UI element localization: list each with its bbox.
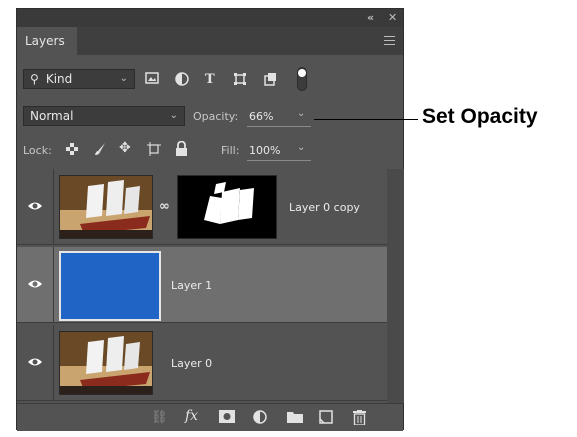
blend-mode-select[interactable]: Normal ⌄	[23, 106, 185, 126]
opacity-value[interactable]: 66%	[249, 110, 273, 123]
type-filter-icon[interactable]: T	[205, 72, 215, 87]
layers-panel: « ✕ Layers ⚲ Kind ⌄ T Normal ⌄ Opacity: …	[16, 8, 404, 431]
tab-layers[interactable]: Layers	[17, 27, 77, 55]
callout-line	[314, 119, 418, 120]
smart-object-filter-icon[interactable]	[263, 72, 277, 86]
lock-artboard-icon[interactable]	[147, 142, 161, 156]
opacity-chevron-icon[interactable]: ⌄	[297, 108, 397, 119]
link-layers-icon[interactable]: ⛓	[151, 410, 168, 425]
layer-row-layer-0-copy[interactable]: ∞ Layer 0 copy	[17, 169, 387, 245]
adjustment-layer-icon[interactable]	[253, 410, 267, 424]
layers-bottom-toolbar: ⛓ fx	[17, 403, 403, 431]
add-mask-icon[interactable]	[219, 410, 235, 423]
layer-name[interactable]: Layer 0	[171, 357, 212, 370]
filter-kind-select[interactable]: ⚲ Kind ⌄	[23, 69, 135, 89]
filter-toggle-icon[interactable]	[297, 67, 307, 91]
callout-label: Set Opacity	[422, 105, 538, 128]
panel-menu-icon[interactable]	[384, 36, 395, 45]
image-filter-icon[interactable]	[145, 72, 159, 84]
lock-position-icon[interactable]: ✥	[119, 140, 131, 156]
blend-mode-value: Normal	[30, 109, 74, 123]
chevron-down-icon: ⌄	[169, 110, 178, 121]
fill-value[interactable]: 100%	[249, 144, 280, 157]
fill-chevron-icon[interactable]: ⌄	[297, 142, 305, 153]
mask-link-icon[interactable]: ∞	[159, 199, 170, 214]
lock-all-icon[interactable]	[175, 141, 188, 156]
fill-label: Fill:	[221, 144, 240, 157]
lock-transparent-icon[interactable]	[65, 142, 79, 156]
layer-name[interactable]: Layer 1	[171, 279, 212, 292]
lock-image-icon[interactable]	[93, 142, 107, 156]
layer-row-layer-1[interactable]: Layer 1	[17, 247, 387, 323]
layer-thumbnail[interactable]	[59, 175, 153, 239]
layer-mask-thumbnail[interactable]	[177, 175, 277, 239]
opacity-label: Opacity:	[193, 110, 239, 123]
fill-underline	[247, 160, 311, 161]
layer-name[interactable]: Layer 0 copy	[289, 201, 360, 214]
shape-filter-icon[interactable]	[233, 72, 247, 86]
search-icon: ⚲	[30, 72, 39, 86]
adjustment-filter-icon[interactable]	[175, 72, 189, 86]
close-icon[interactable]: ✕	[388, 11, 397, 24]
opacity-underline	[247, 126, 311, 127]
tab-row: Layers	[17, 27, 403, 55]
layer-thumbnail[interactable]	[59, 251, 161, 321]
visibility-eye-icon[interactable]	[27, 277, 43, 291]
collapse-icon[interactable]: «	[367, 11, 374, 24]
filter-kind-label: Kind	[45, 72, 73, 86]
chevron-down-icon: ⌄	[119, 73, 128, 84]
new-group-icon[interactable]	[287, 410, 303, 423]
layer-thumbnail[interactable]	[59, 331, 153, 395]
layer-row-layer-0[interactable]: Layer 0	[17, 325, 387, 401]
visibility-eye-icon[interactable]	[27, 355, 43, 369]
layers-scrollbar[interactable]	[387, 169, 404, 403]
layers-list: ∞ Layer 0 copy Layer 1 Layer 0	[17, 169, 387, 403]
lock-label: Lock:	[23, 144, 52, 157]
visibility-eye-icon[interactable]	[27, 199, 43, 213]
new-layer-icon[interactable]	[319, 410, 333, 424]
delete-layer-icon[interactable]	[353, 410, 366, 425]
fx-icon[interactable]: fx	[185, 408, 198, 424]
panel-titlebar: « ✕	[17, 9, 403, 27]
